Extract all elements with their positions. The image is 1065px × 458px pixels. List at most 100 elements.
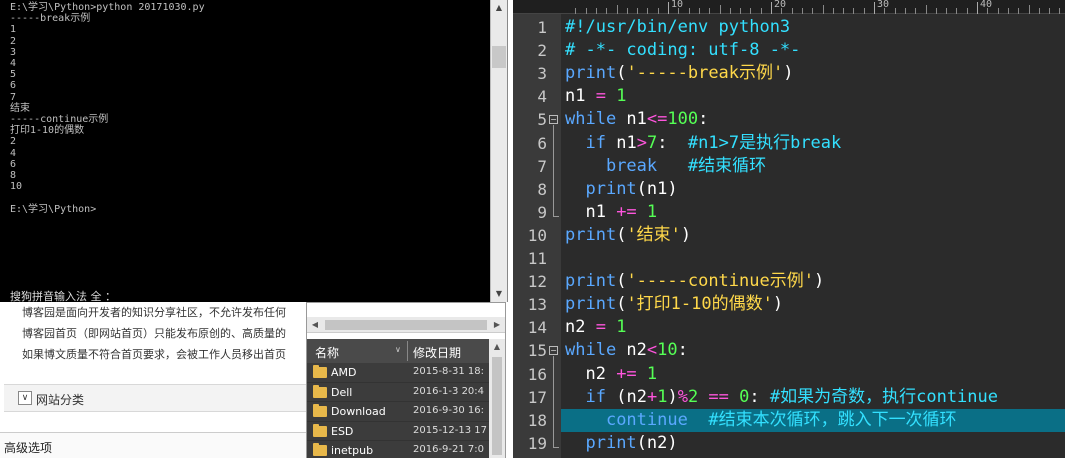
site-category-section[interactable]: ∨ 网站分类 <box>4 384 306 412</box>
code-token: ) <box>680 224 692 245</box>
folder-modified-date: 2015-8-31 18: <box>413 366 485 377</box>
code-token: 1 <box>605 86 627 107</box>
line-number: 15 <box>527 341 547 361</box>
code-line[interactable]: print('-----break示例') <box>565 62 794 85</box>
code-line[interactable]: if n1>7: #n1>7是执行break <box>565 132 841 155</box>
explorer-horizontal-scrollbar[interactable]: ◀ ▶ <box>307 317 505 333</box>
code-token: ) <box>667 386 678 407</box>
code-editor[interactable]: 10 20 30 40 1 2 3 4 5 6 7 8 9 10 11 12 13 14 15 16 17 18 19− −… <box>513 0 1065 458</box>
code-token: < <box>646 340 658 361</box>
advanced-options-label: 高级选项 <box>4 441 53 455</box>
code-line[interactable]: #!/usr/bin/env python3 <box>565 16 790 39</box>
folder-name: Download <box>331 405 386 418</box>
column-separator[interactable] <box>407 341 408 361</box>
code-line[interactable]: print(n1) <box>565 178 678 201</box>
code-line[interactable]: if (n2+1)%2 == 0: #如果为奇数，执行continue <box>565 386 998 409</box>
line-number-gutter[interactable]: 1 2 3 4 5 6 7 8 9 10 11 12 13 14 15 16 17 18 19− − <box>513 14 561 458</box>
code-line[interactable]: while n1<=100: <box>565 108 708 131</box>
code-line[interactable]: # -*- coding: utf-8 -*- <box>565 39 800 62</box>
code-line[interactable]: n2 = 1 <box>565 316 626 339</box>
ruler-tick <box>719 5 721 14</box>
console-window[interactable]: E:\学习\Python>python 20171030.py -----bre… <box>0 0 508 303</box>
code-token: 7 <box>646 132 658 153</box>
explorer-folder-row[interactable]: inetpub 2016-9-21 7:0 <box>307 441 489 458</box>
advanced-options-section[interactable]: 高级选项 <box>0 432 306 458</box>
code-token: 1 <box>636 363 658 384</box>
scroll-down-arrow-icon[interactable]: ▼ <box>491 286 507 302</box>
scroll-up-arrow-icon[interactable]: ▲ <box>491 0 507 16</box>
code-area[interactable]: #!/usr/bin/env python3 # -*- coding: utf-… <box>561 14 1065 458</box>
line-number: 17 <box>527 387 547 407</box>
code-token: 100 <box>667 109 699 130</box>
code-token: += <box>616 363 637 384</box>
code-token: 1 <box>605 317 627 338</box>
code-line[interactable]: print('打印1-10的偶数') <box>565 293 783 316</box>
code-token: while <box>565 340 617 361</box>
code-token: print <box>565 271 617 292</box>
line-number: 13 <box>527 295 547 315</box>
code-token: print <box>565 224 617 245</box>
folder-name: ESD <box>331 424 354 438</box>
line-number: 5 <box>537 110 547 130</box>
code-token: ( <box>616 63 627 84</box>
code-token: == <box>698 386 729 407</box>
code-line[interactable]: n1 += 1 <box>565 201 657 224</box>
code-line[interactable]: continue #结束本次循环，跳入下一次循环 <box>565 409 957 432</box>
expand-chevron-icon[interactable]: ∨ <box>18 391 32 405</box>
folder-modified-date: 2015-12-13 17 <box>413 424 488 436</box>
code-token: #结束循环 <box>687 155 767 176</box>
code-token: if <box>585 386 606 407</box>
code-token: n1 <box>646 178 668 199</box>
scroll-left-arrow-icon[interactable]: ◀ <box>307 317 323 333</box>
console-scrollbar[interactable]: ▲ ▼ <box>490 0 507 302</box>
code-token: 2 <box>687 386 699 407</box>
scroll-up-arrow-icon[interactable]: ▲ <box>489 339 505 355</box>
code-line[interactable]: break #结束循环 <box>565 155 766 178</box>
code-token: ( <box>616 224 627 245</box>
line-number: 10 <box>527 225 547 245</box>
code-line[interactable]: n1 = 1 <box>565 85 626 108</box>
ruler-tick <box>822 5 824 14</box>
code-line[interactable]: print(n2) <box>565 432 677 455</box>
explorer-folder-row[interactable]: Dell 2016-1-3 20:4 <box>307 382 489 402</box>
code-line[interactable]: n2 += 1 <box>565 363 657 386</box>
code-token: '-----continue示例' <box>626 271 814 292</box>
explorer-folder-row[interactable]: AMD 2015-8-31 18: <box>307 363 489 383</box>
explorer-hscroll-thumb[interactable] <box>325 320 487 330</box>
code-token: '结束' <box>626 224 681 245</box>
column-ruler: 10 20 30 40 <box>513 0 1065 14</box>
code-token: print <box>565 294 617 315</box>
console-scroll-thumb[interactable] <box>492 46 506 68</box>
ruler-label: 30 <box>877 0 890 10</box>
fold-toggle-icon[interactable]: − <box>549 346 558 356</box>
code-line[interactable]: print('结束') <box>565 224 691 247</box>
explorer-folder-row[interactable]: Download 2016-9-30 16: <box>307 402 489 422</box>
explorer-vscroll-thumb[interactable] <box>492 357 502 455</box>
code-token: #如果为奇数，执行continue <box>769 386 998 407</box>
column-modified-date[interactable]: 修改日期 <box>413 344 461 361</box>
folder-name: inetpub <box>331 444 374 457</box>
code-token: print <box>565 63 617 84</box>
site-category-label: 网站分类 <box>36 393 85 407</box>
line-number: 6 <box>537 133 547 153</box>
code-line[interactable]: print('-----continue示例') <box>565 270 824 293</box>
ruler-label: 40 <box>980 0 993 10</box>
column-dropdown-icon[interactable]: ∨ <box>395 345 401 354</box>
column-name[interactable]: 名称 <box>315 344 339 361</box>
code-token: <= <box>646 109 668 130</box>
folder-icon <box>313 384 327 398</box>
explorer-folder-row[interactable]: ESD 2015-12-13 17 <box>307 421 489 441</box>
ruler-label: 10 <box>671 0 684 10</box>
explorer-vertical-scrollbar[interactable]: ▲ <box>489 339 505 458</box>
code-line[interactable]: while n2<10: <box>565 339 688 362</box>
fold-toggle-icon[interactable]: − <box>549 115 558 125</box>
code-token: ) <box>667 178 678 199</box>
file-explorer-popup[interactable]: ◀ ▶ 名称 ∨ 修改日期 AMD 2015-8-31 18: Dell 2016-1… <box>306 302 506 458</box>
scroll-right-arrow-icon[interactable]: ▶ <box>489 317 505 333</box>
fold-guide-end <box>553 446 559 448</box>
code-token: if <box>585 132 606 153</box>
